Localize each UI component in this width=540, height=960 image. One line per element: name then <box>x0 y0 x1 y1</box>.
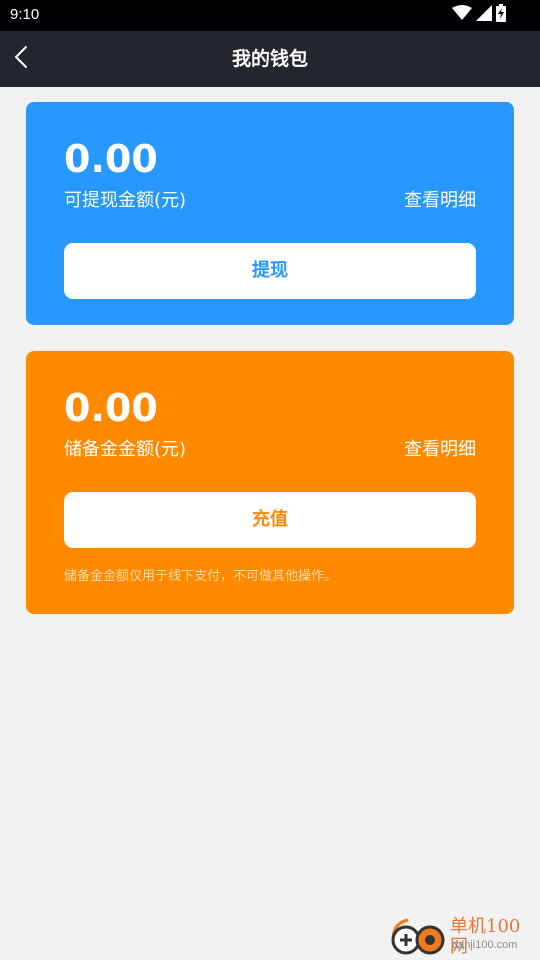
status-icons <box>452 4 506 26</box>
page-title: 我的钱包 <box>231 48 308 70</box>
reserve-note: 储备金金额仅用于线下支付，不可做其他操作。 <box>64 569 338 584</box>
status-time: 9:10 <box>10 6 40 23</box>
watermark: 单机100网 danji100.com <box>386 914 536 958</box>
watermark-url: danji100.com <box>452 939 518 951</box>
withdraw-card: 0.00 可提现金额(元) 查看明细 提现 <box>26 102 514 325</box>
status-bar: 9:10 <box>0 0 540 31</box>
reserve-card: 0.00 储备金金额(元) 查看明细 充值 储备金金额仅用于线下支付，不可做其他… <box>26 351 514 614</box>
signal-icon <box>476 5 492 25</box>
reserve-detail-link[interactable]: 查看明细 <box>404 437 476 463</box>
recharge-button[interactable]: 充值 <box>64 492 476 548</box>
reserve-amount: 0.00 <box>64 386 158 430</box>
watermark-logo <box>386 916 448 956</box>
nav-bar: 我的钱包 <box>0 31 540 87</box>
withdraw-detail-link[interactable]: 查看明细 <box>404 188 476 214</box>
battery-icon <box>496 4 506 26</box>
withdrawable-amount: 0.00 <box>64 137 158 181</box>
wifi-icon <box>452 5 472 25</box>
withdrawable-amount-label: 可提现金额(元) <box>64 190 187 211</box>
reserve-amount-label: 储备金金额(元) <box>64 439 187 460</box>
withdraw-button[interactable]: 提现 <box>64 243 476 299</box>
